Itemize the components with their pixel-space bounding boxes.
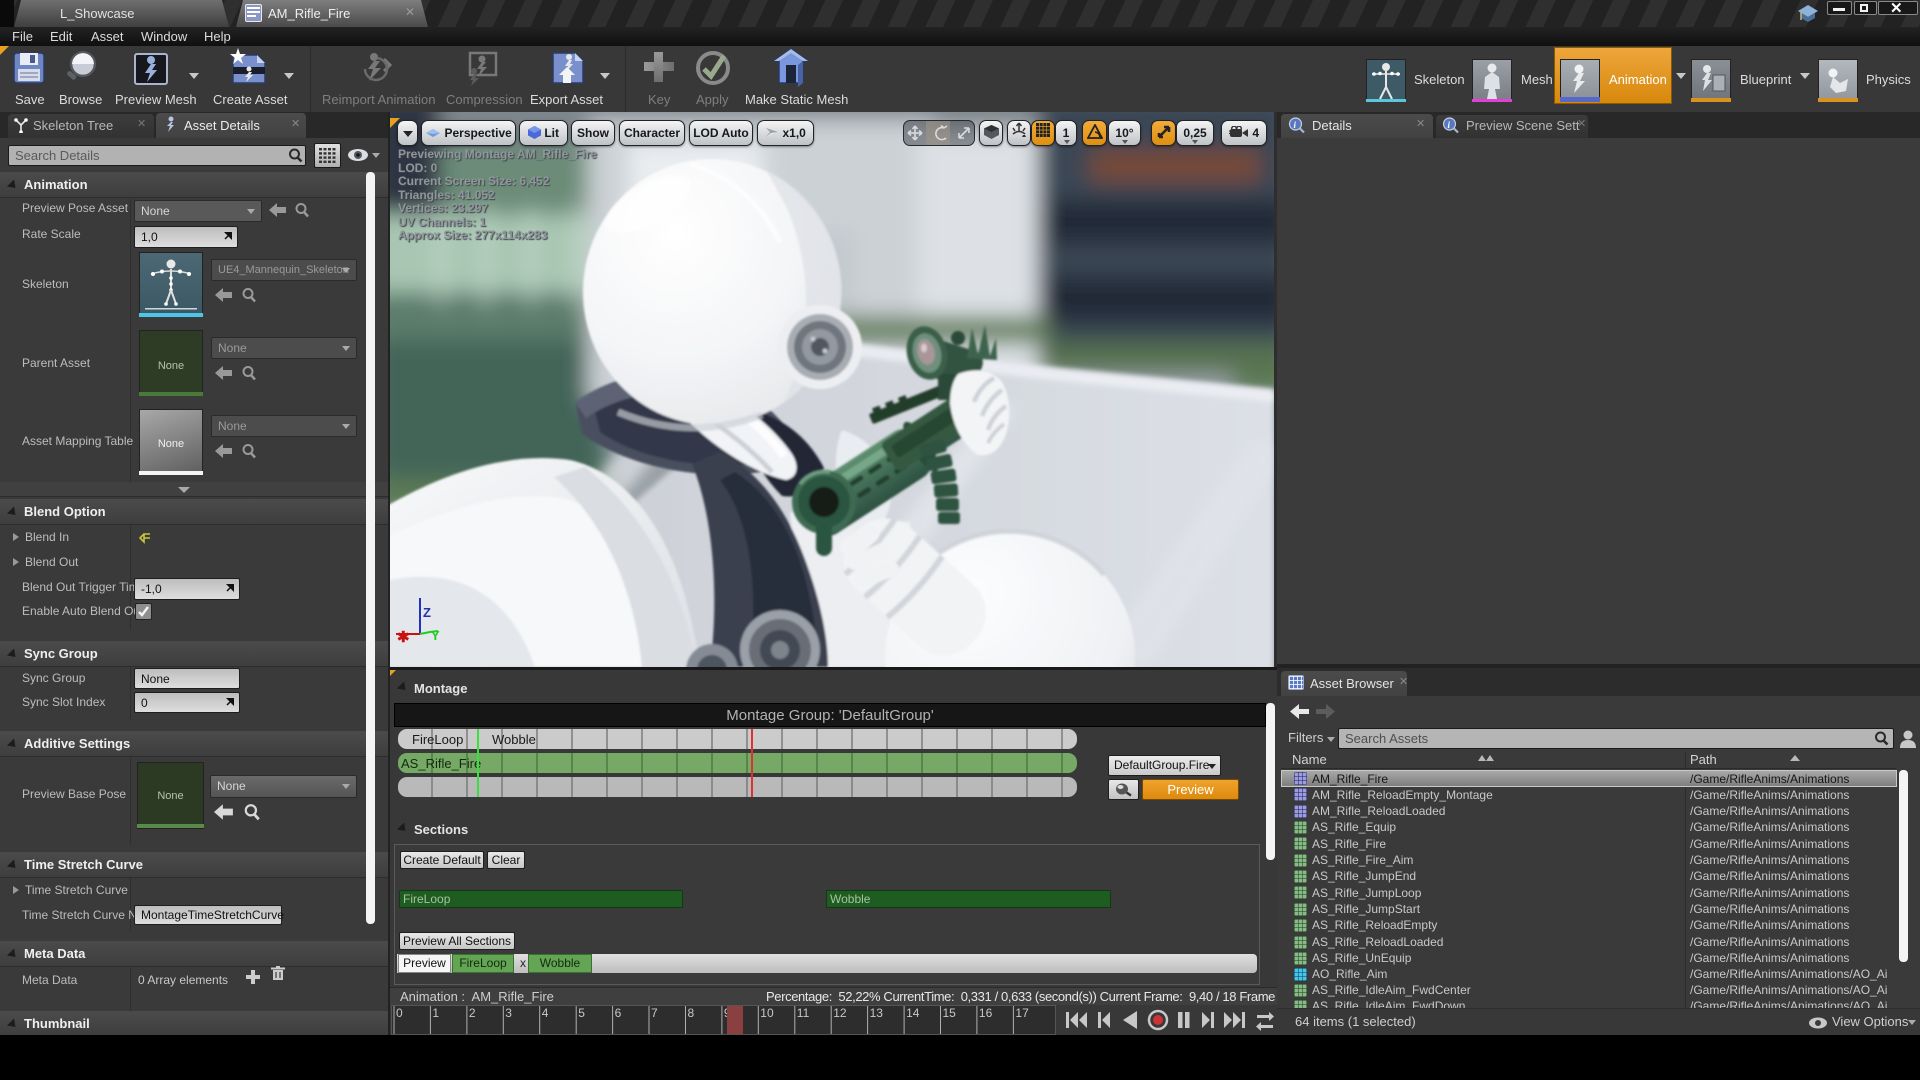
svg-text:16: 16	[979, 1006, 993, 1020]
svg-text:2: 2	[469, 1006, 476, 1020]
svg-text:Y: Y	[431, 628, 440, 643]
svg-text:12: 12	[833, 1006, 847, 1020]
svg-text:1: 1	[432, 1006, 439, 1020]
svg-text:Z: Z	[423, 605, 431, 620]
svg-text:14: 14	[906, 1006, 920, 1020]
svg-text:5: 5	[578, 1006, 585, 1020]
svg-text:0: 0	[396, 1006, 403, 1020]
svg-text:✱: ✱	[397, 629, 410, 646]
svg-text:17: 17	[1015, 1006, 1029, 1020]
svg-text:4: 4	[542, 1006, 549, 1020]
svg-text:3: 3	[505, 1006, 512, 1020]
svg-text:10: 10	[760, 1006, 774, 1020]
svg-text:7: 7	[651, 1006, 658, 1020]
svg-text:8: 8	[688, 1006, 695, 1020]
svg-text:6: 6	[615, 1006, 622, 1020]
svg-text:11: 11	[797, 1006, 810, 1020]
svg-text:13: 13	[870, 1006, 884, 1020]
svg-text:15: 15	[943, 1006, 957, 1020]
